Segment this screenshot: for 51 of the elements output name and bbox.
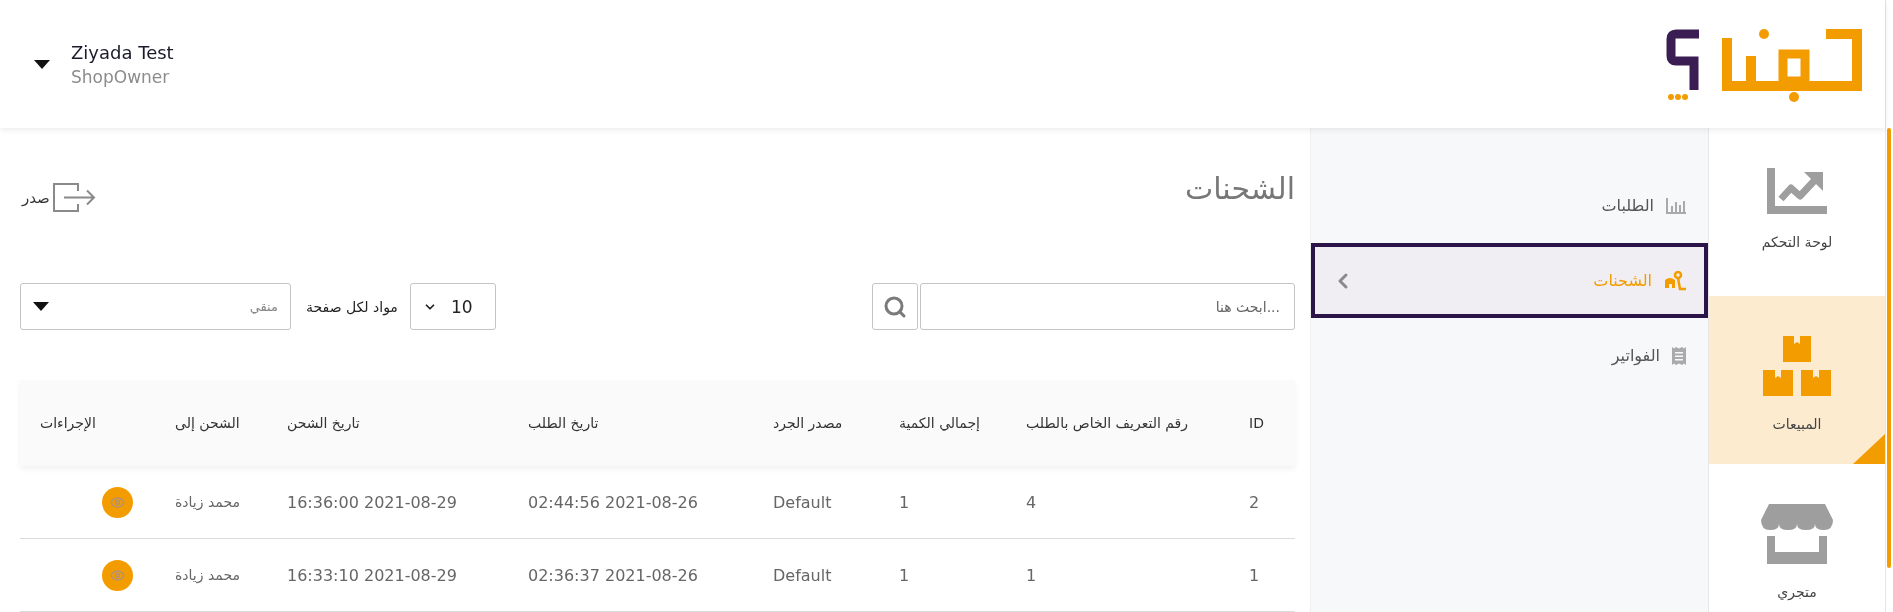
table-cell-text: 02:36:37 2021-08-26 [527,565,699,585]
view-button[interactable] [102,559,133,591]
export-icon [51,182,96,213]
caret-down-icon[interactable] [34,59,50,69]
view-button[interactable] [102,486,133,518]
table-cell-text: 16:36:00 2021-08-29 [286,492,458,512]
table-cell-text: 1 [1248,565,1261,585]
table-cell-text: 16:33:10 2021-08-29 [286,565,458,585]
column-header: الإجراءات [39,415,97,431]
table-cell-text: 4 [1025,492,1038,512]
column-header: ID [1248,415,1265,431]
column-header: رقم التعريف الخاص بالطلب [1025,415,1190,431]
eye-icon [110,494,125,510]
table-cell-text: Default [772,492,833,512]
table-cell-text: Default [772,565,833,585]
subnav-item[interactable]: الفواتير [1311,318,1708,393]
table-cell-text: 2 [1248,492,1261,512]
storefront-icon [1761,504,1833,564]
export-button[interactable]: صدر [22,182,96,213]
column-header: الشحن إلى [174,415,241,431]
per-page-label: مواد لكل صفحة [306,298,398,315]
table-cell-text: محمد زيادة [174,567,241,583]
subnav-item[interactable]: الطلبات [1311,168,1708,243]
boxes-icon [1763,336,1831,396]
column-header: تاريخ الشحن [286,415,361,431]
table-cell-text: 1 [1025,565,1038,585]
search-field[interactable]: ابحث هنا... [920,283,1295,330]
hand-truck-icon [1664,270,1686,291]
search-button[interactable] [872,283,918,330]
column-header: إجمالي الكمية [898,415,981,431]
page-title: الشحنات [1184,170,1295,208]
caret-down-icon [33,302,49,311]
trend-chart-icon [1767,168,1827,214]
column-header: تاريخ الطلب [527,415,600,431]
search-icon [883,294,907,319]
logo-icon [1666,26,1862,102]
bar-chart-icon [1666,197,1686,214]
table-cell-text: 1 [898,492,911,512]
table-cell-text: 02:44:56 2021-08-26 [527,492,699,512]
table-cell-text: محمد زيادة [174,494,241,510]
receipt-icon [1672,346,1686,365]
scrollbar-thumb[interactable] [1887,128,1891,568]
corner-triangle-icon [1853,434,1885,464]
eye-icon [110,567,125,583]
column-header: مصدر الجرد [772,415,844,431]
filter-select[interactable]: منقي [20,283,291,330]
user-role: ShopOwner [71,66,171,87]
sidebar-item[interactable]: المبيعات [1709,296,1885,464]
user-name: Ziyada Test [71,41,174,63]
per-page-select[interactable]: 10 [409,283,496,330]
table-cell-text: 1 [898,565,911,585]
